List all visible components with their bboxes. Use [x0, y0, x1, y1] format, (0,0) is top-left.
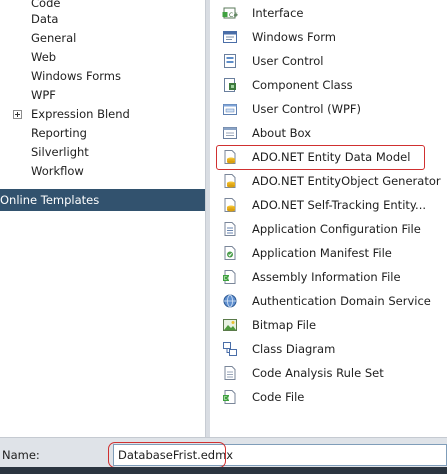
template-item-user-control[interactable]: User Control — [218, 50, 447, 72]
template-item-ado-net-entity-data-model[interactable]: ADO.NET Entity Data Model — [216, 145, 447, 170]
template-label: Code Analysis Rule Set — [252, 366, 384, 380]
template-item-authentication-domain-service[interactable]: Authentication Domain Service — [218, 290, 447, 312]
template-item-application-configuration-file[interactable]: Application Configuration File — [218, 218, 447, 240]
class-diagram-icon — [223, 342, 237, 356]
domain-service-icon — [223, 294, 237, 308]
template-label: Application Configuration File — [252, 222, 421, 236]
template-item-code-file[interactable]: C# Code File — [218, 386, 447, 408]
template-item-ado-net-entityobject-generator[interactable]: ADO.NET EntityObject Generator — [218, 170, 447, 192]
assembly-info-icon: C# — [223, 270, 236, 284]
template-label: Windows Form — [252, 30, 336, 44]
svg-text:C#: C# — [224, 396, 232, 402]
template-item-component-class[interactable]: Component Class — [218, 74, 447, 96]
template-item-interface[interactable]: C# Interface — [218, 2, 447, 24]
entity-data-model-icon — [224, 150, 236, 164]
tree-item-reporting[interactable]: Reporting — [31, 124, 87, 142]
template-item-assembly-information-file[interactable]: C# Assembly Information File — [218, 266, 447, 288]
template-item-application-manifest-file[interactable]: Application Manifest File — [218, 242, 447, 264]
about-box-icon — [223, 127, 237, 139]
tree-item-windows-forms[interactable]: Windows Forms — [31, 67, 121, 85]
tree-item-wpf[interactable]: WPF — [31, 86, 56, 104]
tree-item-silverlight[interactable]: Silverlight — [31, 143, 89, 161]
svg-text:C#: C# — [229, 12, 238, 19]
template-item-ado-net-self-tracking-entity[interactable]: ADO.NET Self-Tracking Entity... — [218, 194, 447, 216]
tree-item-web[interactable]: Web — [31, 48, 56, 66]
template-label: Component Class — [252, 78, 353, 92]
template-label: User Control (WPF) — [252, 102, 361, 116]
template-label: About Box — [252, 126, 312, 140]
bitmap-icon — [223, 319, 237, 331]
template-label: Assembly Information File — [252, 270, 401, 284]
code-file-icon: C# — [223, 390, 236, 404]
name-field-frame — [113, 444, 447, 466]
template-item-windows-form[interactable]: Windows Form — [218, 26, 447, 48]
name-input[interactable] — [118, 445, 438, 465]
self-tracking-entity-icon — [224, 198, 236, 212]
template-label: ADO.NET Entity Data Model — [252, 150, 411, 164]
tree-item-data[interactable]: Data — [31, 10, 58, 28]
template-label: Class Diagram — [252, 342, 336, 356]
template-label: ADO.NET Self-Tracking Entity... — [252, 198, 427, 212]
tree-item-general[interactable]: General — [31, 29, 76, 47]
tree-item-online-templates[interactable]: Online Templates — [0, 189, 205, 211]
app-manifest-icon — [224, 246, 236, 260]
interface-icon: C# — [222, 7, 238, 19]
template-label: Application Manifest File — [252, 246, 392, 260]
template-label: ADO.NET EntityObject Generator — [252, 174, 441, 188]
template-item-bitmap-file[interactable]: Bitmap File — [218, 314, 447, 336]
entityobject-generator-icon — [224, 174, 236, 188]
tree-item-expression-blend[interactable]: Expression Blend — [31, 105, 130, 123]
template-label: User Control — [252, 54, 324, 68]
template-category-tree: Code Data General Web Windows Forms WPF … — [0, 0, 205, 437]
template-item-class-diagram[interactable]: Class Diagram — [218, 338, 447, 360]
app-config-icon — [224, 222, 236, 236]
svg-text:C#: C# — [224, 276, 232, 282]
template-label: Code File — [252, 390, 305, 404]
template-label: Authentication Domain Service — [252, 294, 431, 308]
component-class-icon — [224, 78, 236, 92]
template-item-user-control-wpf[interactable]: User Control (WPF) — [218, 98, 447, 120]
template-item-code-analysis-rule-set[interactable]: Code Analysis Rule Set — [218, 362, 447, 384]
windows-form-icon — [223, 31, 237, 43]
expand-icon[interactable] — [13, 110, 22, 119]
name-label: Name: — [2, 448, 40, 462]
template-label: Interface — [252, 6, 304, 20]
template-item-about-box[interactable]: About Box — [218, 122, 447, 144]
tree-item-workflow[interactable]: Workflow — [31, 162, 84, 180]
rule-set-icon — [224, 366, 236, 380]
user-control-icon — [224, 54, 236, 68]
template-label: Bitmap File — [252, 318, 317, 332]
dialog-bottom-edge — [0, 467, 447, 474]
template-list: C# Interface Windows Form User Control C… — [210, 0, 447, 437]
user-control-wpf-icon — [223, 104, 237, 115]
